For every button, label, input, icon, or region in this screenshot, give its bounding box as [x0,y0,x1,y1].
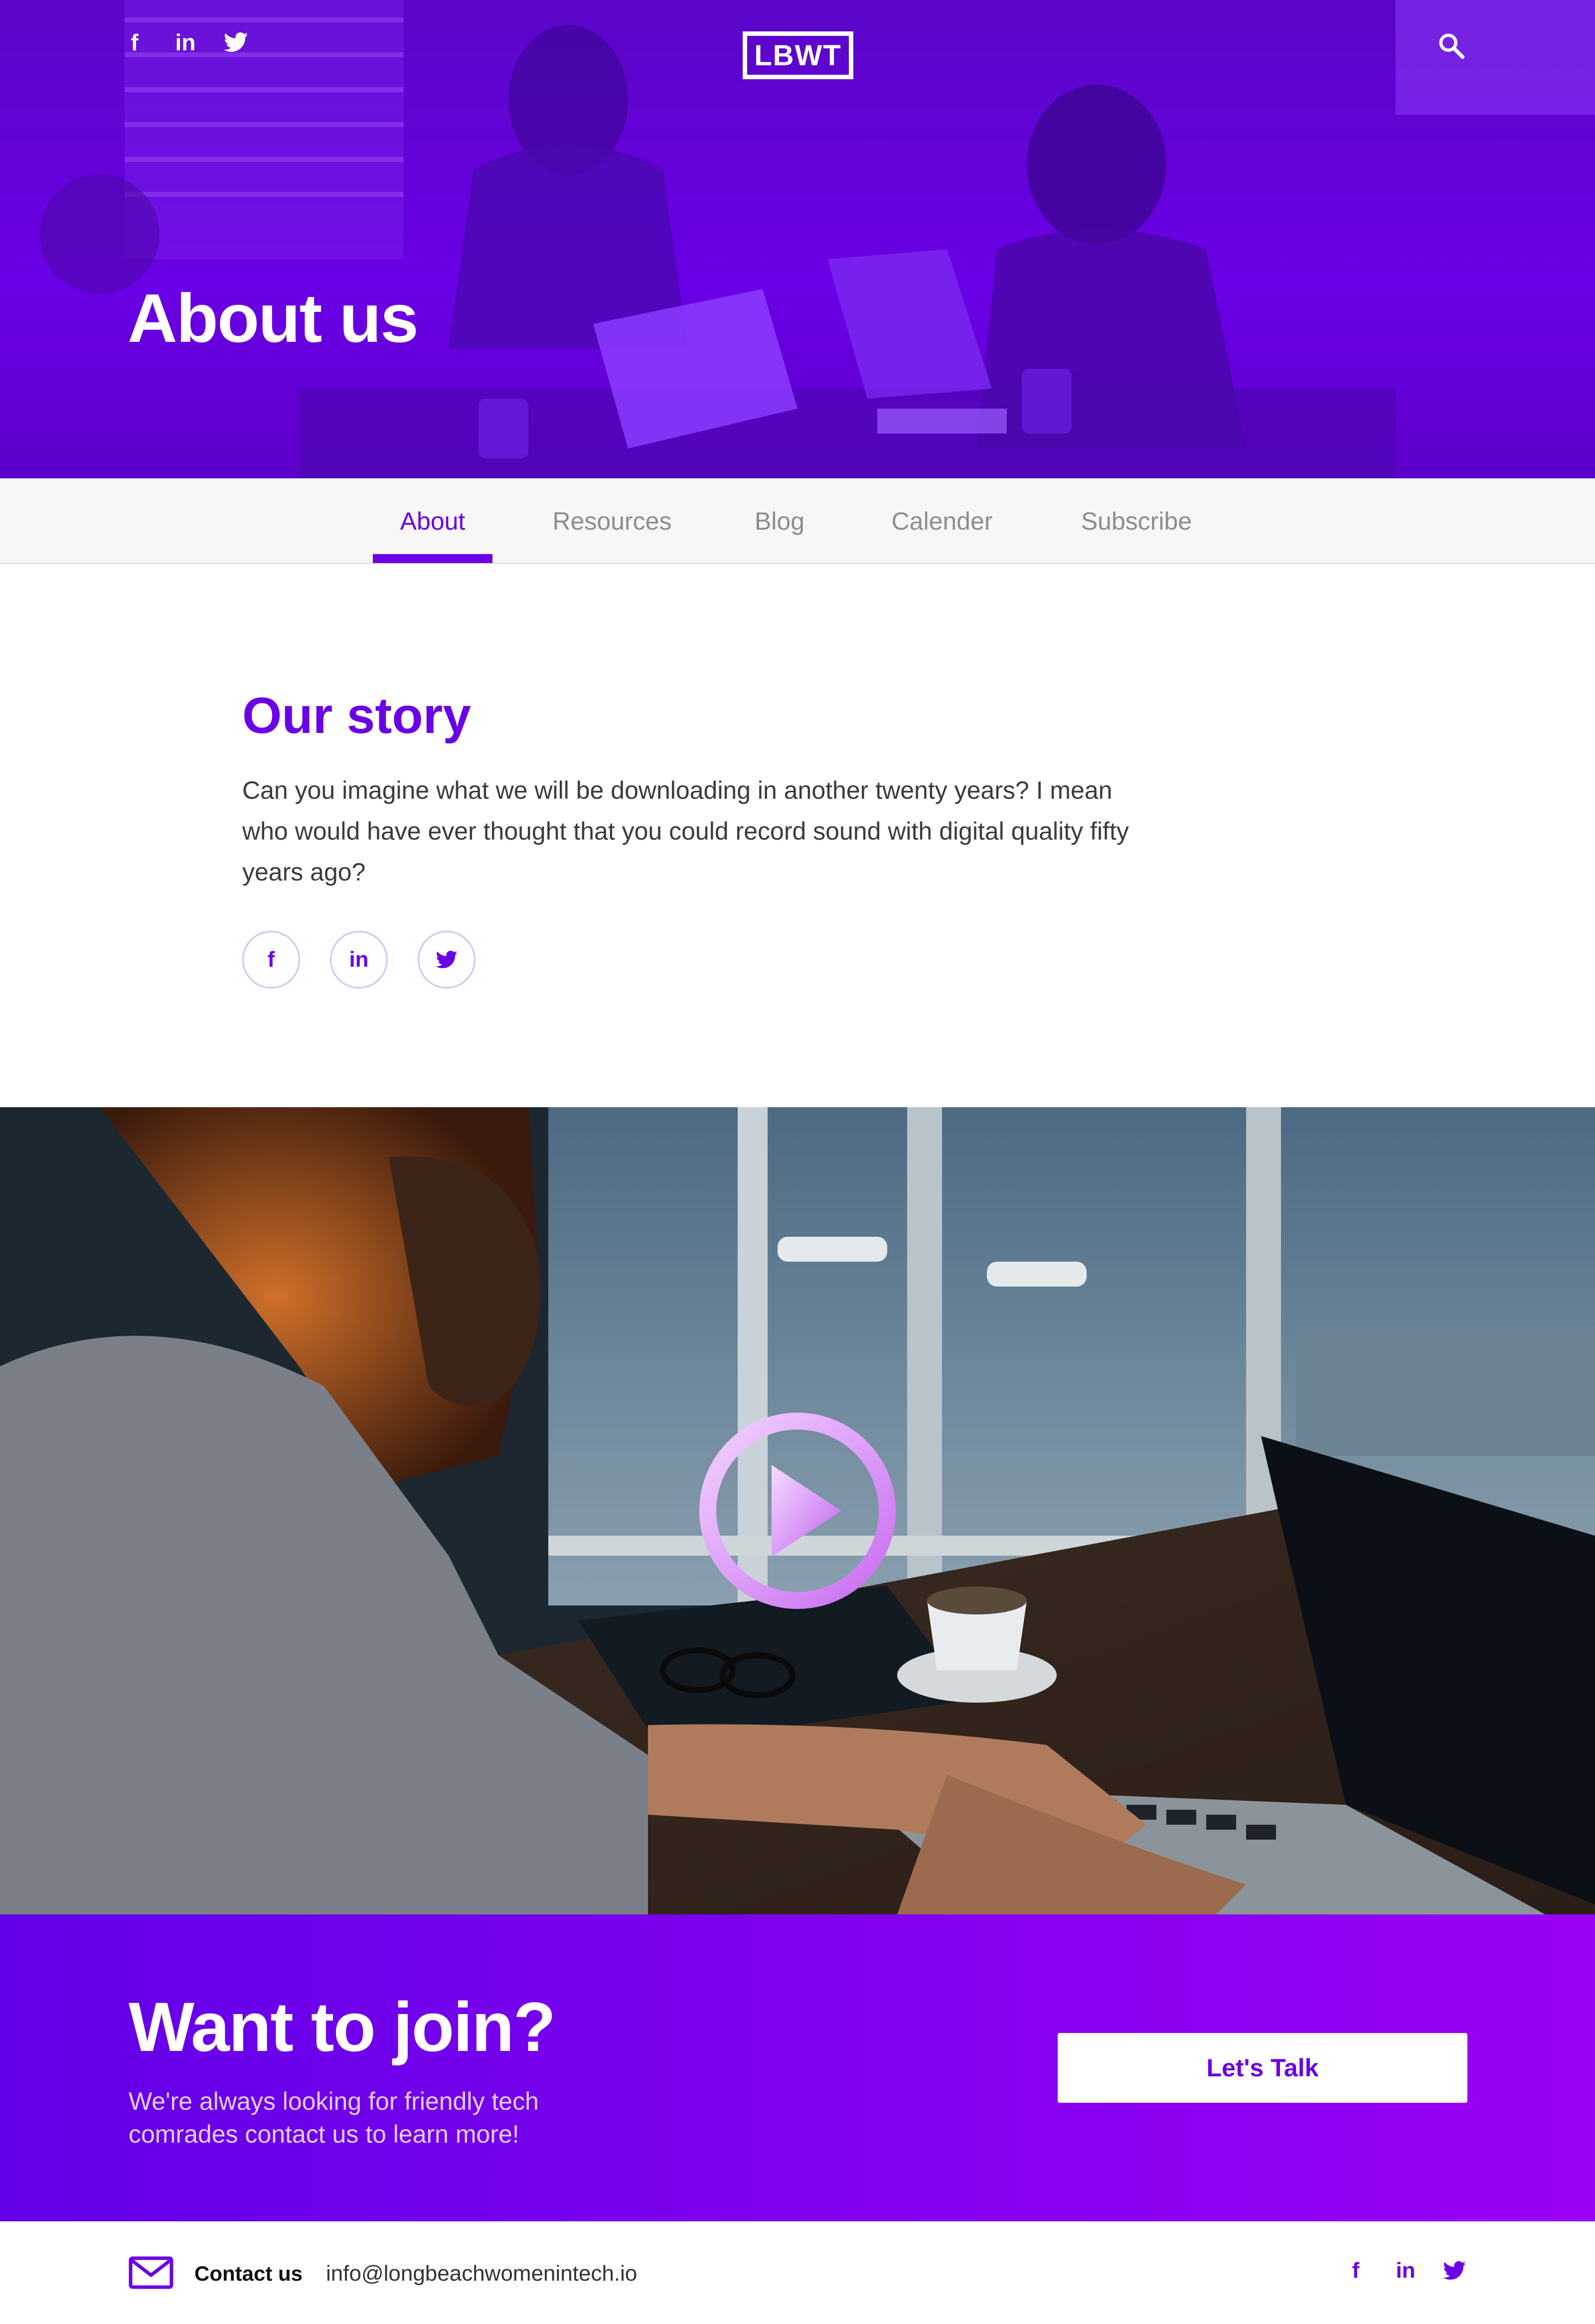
story-social-links: f in [242,931,476,989]
facebook-share-button[interactable]: f [242,931,300,989]
facebook-icon[interactable]: f [1343,2260,1368,2282]
twitter-icon[interactable] [224,32,248,52]
facebook-icon: f [267,947,275,972]
active-tab-indicator [373,554,492,563]
tab-about[interactable]: About [373,478,492,564]
header-social-links: f in [122,31,248,54]
twitter-icon[interactable] [1443,2261,1466,2280]
linkedin-icon[interactable]: in [173,31,198,54]
hero-banner: f in LBWT About us [0,0,1595,478]
tab-calender[interactable]: Calender [867,478,1017,564]
footer-social-links: f in [1343,2260,1466,2282]
facebook-icon[interactable]: f [122,31,147,54]
mail-icon [129,2256,173,2289]
linkedin-share-button[interactable]: in [330,931,388,989]
section-tabs: About Resources Blog Calender Subscribe [0,478,1595,564]
tab-subscribe[interactable]: Subscribe [1057,478,1216,564]
play-icon[interactable] [697,1410,898,1611]
video-section[interactable] [0,1107,1595,1914]
twitter-share-button[interactable] [418,931,476,989]
page-title: About us [128,280,419,357]
twitter-icon [436,951,458,969]
story-heading: Our story [242,687,472,744]
site-logo[interactable]: LBWT [743,31,853,79]
join-subtitle: We're always looking for friendly tech c… [129,2087,539,2148]
tab-blog[interactable]: Blog [723,478,836,564]
story-text: Can you imagine what we will be download… [242,776,1129,886]
contact-email-link[interactable]: info@longbeachwomenintech.io [326,2261,637,2286]
linkedin-icon: in [349,947,369,972]
search-icon[interactable] [1436,31,1466,61]
linkedin-icon[interactable]: in [1393,2260,1418,2282]
contact-label: Contact us [194,2262,303,2285]
tab-resources[interactable]: Resources [527,478,697,564]
join-title: Want to join? [129,1988,556,2066]
lets-talk-button[interactable]: Let's Talk [1058,2033,1467,2103]
